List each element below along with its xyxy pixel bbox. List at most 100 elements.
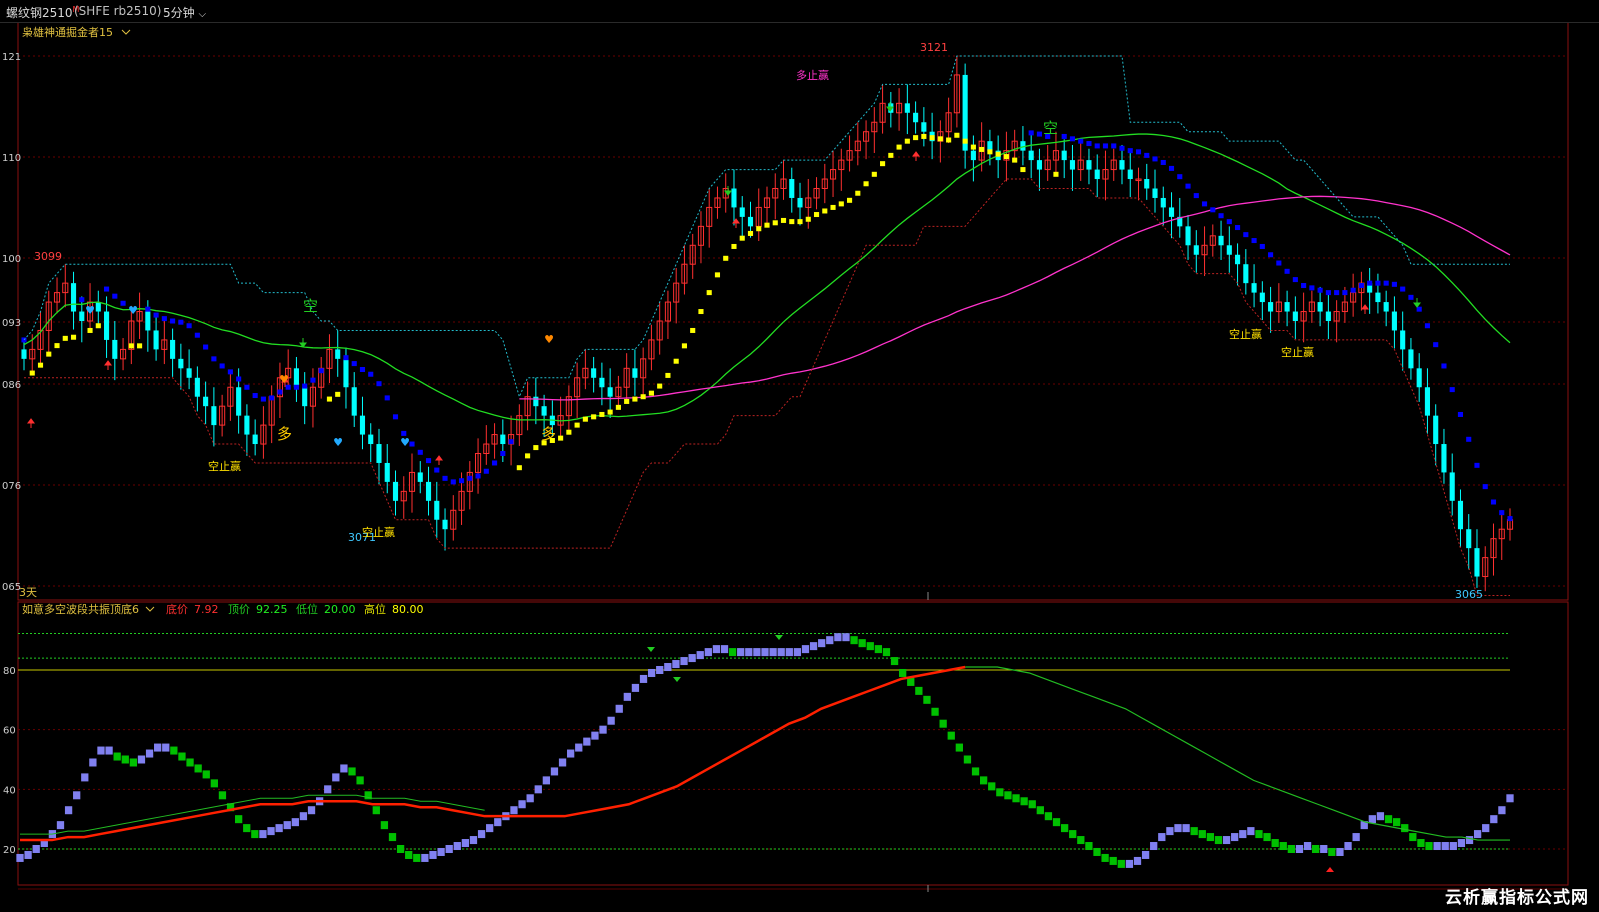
- candle-body: [1144, 179, 1150, 189]
- oscillator-bar: [494, 818, 502, 827]
- trail-dot: [318, 368, 324, 374]
- trail-dot: [1408, 294, 1414, 300]
- trail-dot: [302, 383, 308, 389]
- oscillator-bar: [1279, 842, 1287, 851]
- period-selector[interactable]: 5分钟 ⌵: [163, 4, 206, 21]
- trail-dot: [203, 344, 209, 350]
- trail-dot: [698, 309, 704, 315]
- candle-body: [1284, 302, 1290, 312]
- candle-body: [1375, 292, 1381, 303]
- trail-dot: [830, 204, 836, 210]
- symbol-name: 螺纹钢2510: [6, 6, 73, 20]
- trail-dot: [970, 144, 976, 150]
- candle-body: [1474, 548, 1480, 577]
- symbol-selector[interactable]: 螺纹钢2510M: [6, 4, 79, 21]
- trail-dot: [95, 323, 101, 329]
- trail-dot: [1036, 131, 1042, 137]
- candle-body: [1251, 283, 1257, 293]
- oscillator-bar: [963, 755, 972, 764]
- candle-body: [244, 415, 250, 435]
- oscillator-bar: [882, 648, 891, 657]
- oscillator-bar: [1101, 853, 1109, 862]
- oscillator-bar: [745, 648, 753, 657]
- trail-dot: [1424, 323, 1431, 329]
- trail-dot: [112, 293, 118, 299]
- trail-dot: [1185, 183, 1191, 189]
- oscillator-bar: [793, 648, 802, 657]
- oscillator-bar: [251, 830, 259, 839]
- oscillator-bar: [1036, 806, 1044, 815]
- oscillator-bar: [1093, 847, 1101, 856]
- oscillator-bar: [243, 824, 251, 833]
- trail-dot: [987, 149, 993, 155]
- main-y-tick: 086: [2, 380, 21, 391]
- trail-dot: [1466, 436, 1472, 442]
- main-y-tick: 076: [2, 481, 21, 492]
- chevron-down-icon: [121, 29, 131, 35]
- candle-body: [376, 444, 382, 463]
- candle-body: [1457, 500, 1464, 530]
- oscillator-bar: [299, 812, 308, 821]
- trail-dot: [1507, 516, 1513, 522]
- trail-dot: [607, 409, 613, 415]
- oscillator-bar: [340, 764, 348, 773]
- oscillator-bar: [259, 830, 267, 839]
- trail-dot: [888, 152, 894, 158]
- oscillator-bar: [1263, 833, 1271, 842]
- candle-body: [79, 311, 85, 321]
- candle-body: [533, 396, 539, 407]
- candle-body: [392, 481, 399, 501]
- oscillator-bar: [162, 743, 170, 752]
- trail-dot: [813, 212, 820, 218]
- oscillator-bar: [210, 779, 218, 788]
- oscillator-bar: [1231, 833, 1239, 842]
- trail-dot: [599, 411, 605, 417]
- trail-dot: [458, 478, 465, 484]
- oscillator-bar: [218, 791, 227, 800]
- trail-dot: [648, 390, 654, 396]
- candle-body: [1185, 226, 1191, 246]
- candle-body: [359, 415, 366, 435]
- candle-body: [1094, 169, 1100, 180]
- oscillator-bar: [1482, 824, 1490, 833]
- chart-canvas: 121110100093086076065枭雄神通掘金者153099312130…: [2, 21, 1569, 892]
- candle-body: [731, 188, 737, 208]
- oscillator-bar: [1449, 842, 1457, 851]
- trail-dot: [913, 135, 919, 141]
- oscillator-bar: [56, 821, 65, 830]
- oscillator-bar: [396, 845, 405, 853]
- trail-dot: [1441, 363, 1447, 369]
- oscillator-bar: [1441, 842, 1449, 851]
- trail-dot: [1020, 167, 1026, 173]
- main-y-tick: 110: [2, 153, 21, 164]
- oscillator-bar: [1352, 833, 1360, 842]
- oscillator-bar: [1417, 839, 1425, 848]
- oscillator-bar: [996, 788, 1004, 797]
- oscillator-bar: [24, 850, 32, 859]
- trail-dot: [871, 171, 877, 177]
- oscillator-bar: [591, 731, 599, 740]
- trail-dot: [252, 393, 258, 399]
- oscillator-bar: [356, 776, 364, 785]
- oscillator-bar: [631, 683, 640, 692]
- period-label: 5分钟: [163, 6, 195, 20]
- trail-dot: [475, 473, 481, 479]
- oscillator-bar: [1077, 836, 1085, 845]
- oscillator-bar: [955, 743, 963, 752]
- trail-dot: [326, 396, 333, 402]
- trail-dot: [714, 272, 721, 278]
- trail-dot: [186, 323, 192, 329]
- candle-body: [1449, 472, 1455, 501]
- trail-dot: [1210, 207, 1216, 213]
- trail-dot: [62, 335, 68, 341]
- candle-body: [1218, 235, 1224, 246]
- oscillator-bar: [1182, 824, 1190, 833]
- oscillator-bar: [1020, 797, 1028, 806]
- candle-body: [1416, 368, 1422, 388]
- trail-dot: [1127, 148, 1133, 154]
- trail-dot: [508, 439, 514, 445]
- trail-dot: [467, 475, 473, 481]
- candle-body: [211, 406, 217, 426]
- oscillator-bar: [842, 633, 850, 642]
- oscillator-bar: [907, 677, 915, 686]
